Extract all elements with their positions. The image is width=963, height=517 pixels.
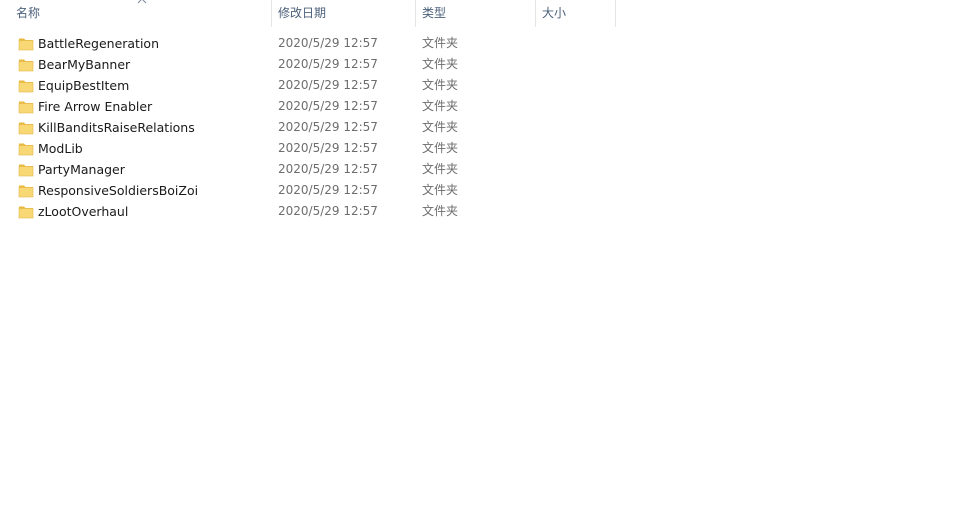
item-name: EquipBestItem <box>38 78 130 93</box>
list-item[interactable]: PartyManager 2020/5/29 12:57 文件夹 <box>0 159 616 180</box>
item-modified-date: 2020/5/29 12:57 <box>278 120 378 134</box>
item-type: 文件夹 <box>422 99 459 113</box>
folder-icon <box>18 59 34 72</box>
item-type: 文件夹 <box>422 78 459 92</box>
folder-icon <box>18 80 34 93</box>
item-type: 文件夹 <box>422 204 459 218</box>
chevron-up-icon <box>137 0 147 4</box>
item-type: 文件夹 <box>422 183 459 197</box>
item-modified-date: 2020/5/29 12:57 <box>278 162 378 176</box>
file-list: BattleRegeneration 2020/5/29 12:57 文件夹 B… <box>0 33 616 222</box>
file-explorer-details-view: 名称 修改日期 类型 大小 BattleRegeneration 2020/5/… <box>0 0 963 517</box>
item-type: 文件夹 <box>422 120 459 134</box>
list-item[interactable]: zLootOverhaul 2020/5/29 12:57 文件夹 <box>0 201 616 222</box>
item-modified-date: 2020/5/29 12:57 <box>278 36 378 50</box>
item-type: 文件夹 <box>422 162 459 176</box>
folder-icon <box>18 122 34 135</box>
item-name: KillBanditsRaiseRelations <box>38 120 195 135</box>
list-item[interactable]: KillBanditsRaiseRelations 2020/5/29 12:5… <box>0 117 616 138</box>
list-item[interactable]: ResponsiveSoldiersBoiZoi 2020/5/29 12:57… <box>0 180 616 201</box>
item-name: BattleRegeneration <box>38 36 159 51</box>
item-name: ModLib <box>38 141 83 156</box>
item-modified-date: 2020/5/29 12:57 <box>278 183 378 197</box>
item-modified-date: 2020/5/29 12:57 <box>278 78 378 92</box>
folder-icon <box>18 38 34 51</box>
column-header-row: 名称 修改日期 类型 大小 <box>0 0 616 27</box>
item-type: 文件夹 <box>422 141 459 155</box>
item-name: PartyManager <box>38 162 125 177</box>
column-header-size[interactable]: 大小 <box>536 0 615 27</box>
folder-icon <box>18 101 34 114</box>
item-modified-date: 2020/5/29 12:57 <box>278 141 378 155</box>
item-modified-date: 2020/5/29 12:57 <box>278 57 378 71</box>
item-name: ResponsiveSoldiersBoiZoi <box>38 183 199 198</box>
item-modified-date: 2020/5/29 12:57 <box>278 99 378 113</box>
item-name: zLootOverhaul <box>38 204 129 219</box>
column-header-type[interactable]: 类型 <box>416 0 535 27</box>
list-item[interactable]: BattleRegeneration 2020/5/29 12:57 文件夹 <box>0 33 616 54</box>
item-name: Fire Arrow Enabler <box>38 99 153 114</box>
folder-icon <box>18 206 34 219</box>
folder-icon <box>18 143 34 156</box>
column-divider[interactable] <box>615 0 616 27</box>
list-item[interactable]: Fire Arrow Enabler 2020/5/29 12:57 文件夹 <box>0 96 616 117</box>
column-header-modified[interactable]: 修改日期 <box>272 0 415 27</box>
item-type: 文件夹 <box>422 57 459 71</box>
list-item[interactable]: EquipBestItem 2020/5/29 12:57 文件夹 <box>0 75 616 96</box>
folder-icon <box>18 164 34 177</box>
list-item[interactable]: BearMyBanner 2020/5/29 12:57 文件夹 <box>0 54 616 75</box>
folder-icon <box>18 185 34 198</box>
item-name: BearMyBanner <box>38 57 131 72</box>
item-modified-date: 2020/5/29 12:57 <box>278 204 378 218</box>
list-item[interactable]: ModLib 2020/5/29 12:57 文件夹 <box>0 138 616 159</box>
item-type: 文件夹 <box>422 36 459 50</box>
